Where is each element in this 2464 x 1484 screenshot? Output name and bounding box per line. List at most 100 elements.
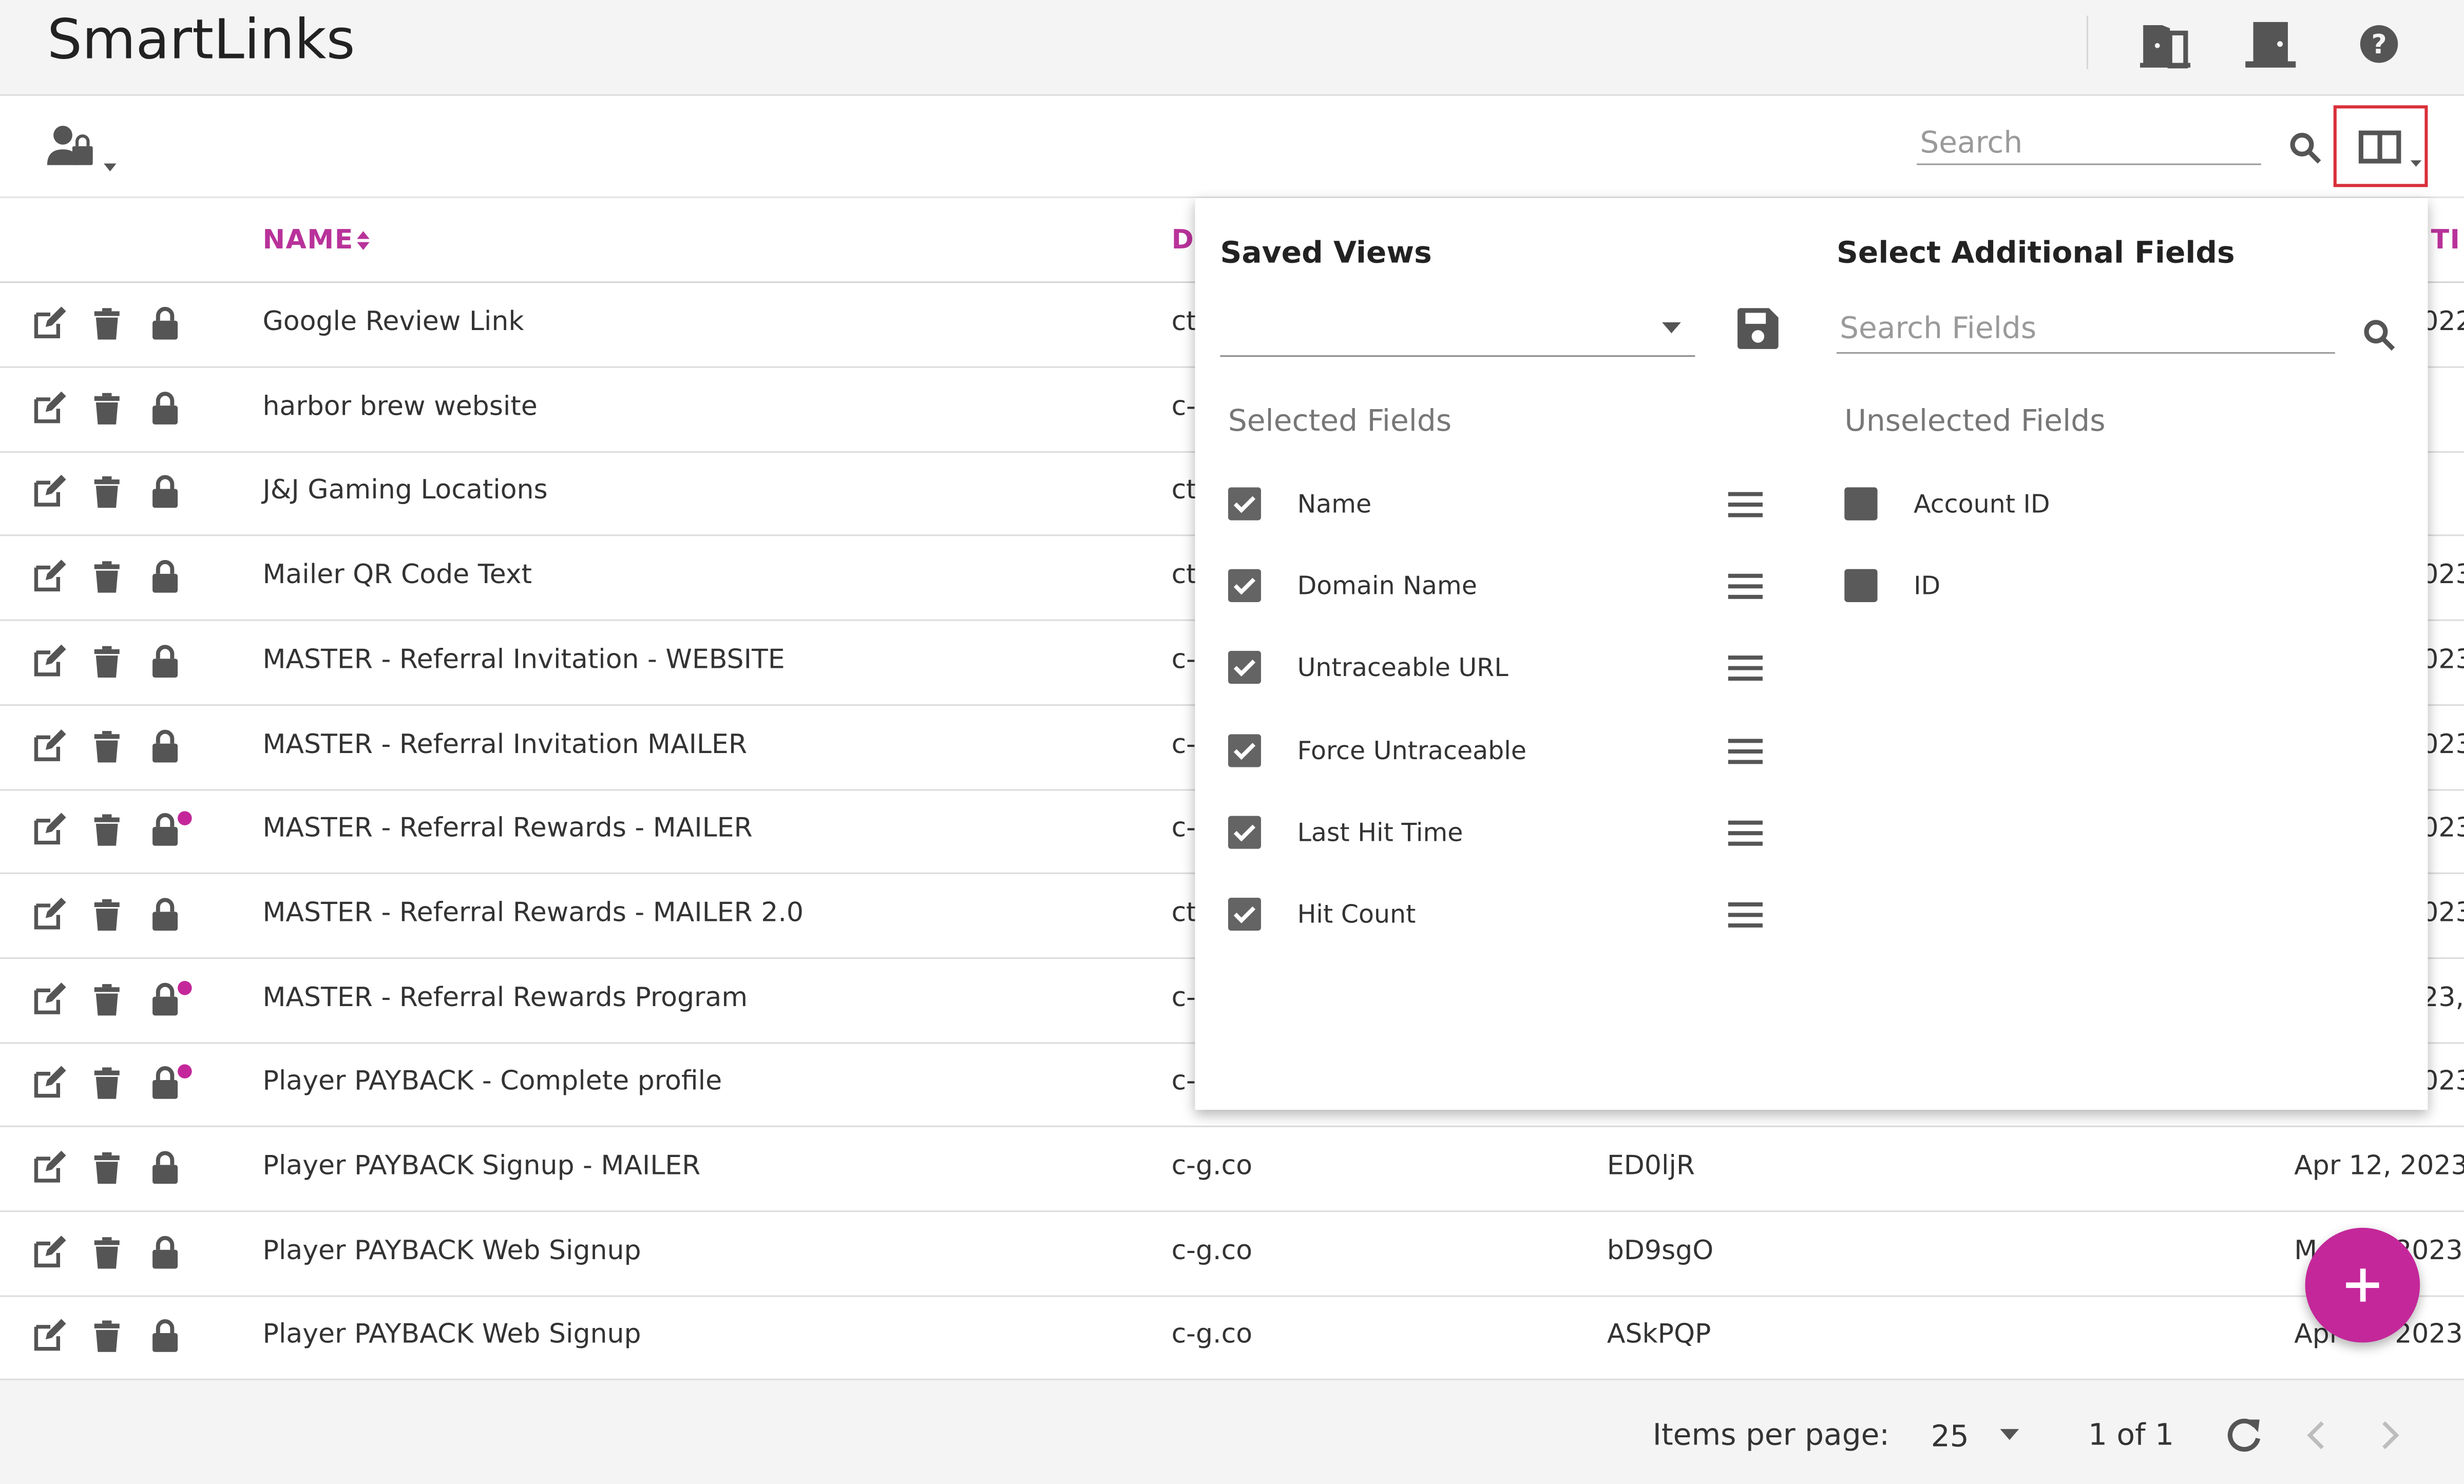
saved-views-select[interactable] (1220, 315, 1695, 357)
edit-icon[interactable] (31, 813, 66, 847)
edit-icon[interactable] (31, 1150, 66, 1185)
chevron-down-icon[interactable] (1998, 1428, 2020, 1442)
row-code: bD9sgO (1607, 1235, 1714, 1267)
drag-handle-icon[interactable] (1728, 819, 1763, 847)
delete-icon[interactable] (90, 813, 124, 847)
row-domain: c- (1171, 813, 1196, 845)
row-name[interactable]: harbor brew website (262, 391, 537, 422)
lock-icon[interactable] (148, 1151, 182, 1185)
drag-handle-icon[interactable] (1728, 737, 1763, 765)
drag-handle-icon[interactable] (1728, 491, 1763, 519)
items-per-page-select[interactable]: 25 (1931, 1419, 1969, 1454)
edit-icon[interactable] (31, 1066, 66, 1101)
search-input[interactable] (1917, 121, 2261, 165)
delete-icon[interactable] (90, 728, 124, 763)
next-page-icon[interactable] (2378, 1419, 2403, 1451)
row-domain: c-g.co (1171, 1150, 1253, 1182)
delete-icon[interactable] (90, 1066, 124, 1101)
row-domain: c-g.co (1171, 1235, 1253, 1267)
edit-icon[interactable] (31, 475, 66, 510)
row-name[interactable]: J&J Gaming Locations (262, 475, 547, 507)
row-domain: c- (1171, 981, 1196, 1014)
delete-icon[interactable] (90, 1151, 124, 1185)
lock-icon[interactable] (148, 1320, 182, 1354)
row-date: 023 (2421, 1066, 2464, 1098)
row-name[interactable]: MASTER - Referral Invitation MAILER (262, 728, 747, 760)
delete-icon[interactable] (90, 1235, 124, 1269)
lock-icon[interactable] (148, 306, 182, 341)
checkbox-checked[interactable] (1228, 651, 1262, 685)
checkbox-checked[interactable] (1228, 733, 1262, 767)
row-name[interactable]: Player PAYBACK Web Signup (262, 1320, 641, 1351)
column-header-domain[interactable]: D (1172, 225, 1195, 256)
checkbox-unchecked[interactable] (1844, 569, 1878, 603)
lock-icon[interactable] (148, 644, 182, 679)
row-name[interactable]: MASTER - Referral Rewards - MAILER 2.0 (262, 897, 804, 929)
row-name[interactable]: Player PAYBACK Web Signup (262, 1235, 641, 1266)
row-name[interactable]: MASTER - Referral Rewards Program (262, 982, 748, 1013)
chevron-down-icon[interactable] (1660, 321, 1683, 335)
row-name[interactable]: Mailer QR Code Text (262, 560, 532, 591)
lock-icon[interactable] (148, 728, 182, 763)
row-code: ASkPQP (1607, 1319, 1711, 1351)
lock-icon[interactable] (148, 475, 182, 510)
refresh-icon[interactable] (2223, 1415, 2264, 1456)
edit-icon[interactable] (31, 560, 66, 594)
delete-icon[interactable] (90, 560, 124, 594)
columns-button[interactable] (2333, 105, 2428, 187)
edit-icon[interactable] (31, 1319, 66, 1354)
search-icon[interactable] (2288, 130, 2322, 165)
drag-handle-icon[interactable] (1728, 572, 1763, 601)
drag-handle-icon[interactable] (1728, 654, 1763, 683)
save-icon[interactable] (1734, 305, 1782, 352)
user-lock-icon[interactable] (44, 123, 126, 179)
search-icon[interactable] (2362, 318, 2396, 352)
edit-icon[interactable] (31, 391, 66, 426)
help-icon[interactable]: ? (2354, 19, 2408, 69)
items-per-page-label: Items per page: (1652, 1418, 1890, 1453)
search-fields-input[interactable] (1837, 305, 2335, 354)
row-domain: c- (1171, 644, 1196, 676)
header-divider (2086, 15, 2088, 69)
delete-icon[interactable] (90, 475, 124, 510)
checkbox-unchecked[interactable] (1844, 487, 1878, 521)
sort-icon[interactable] (355, 229, 371, 252)
delete-icon[interactable] (90, 1320, 124, 1354)
drag-handle-icon[interactable] (1728, 901, 1763, 929)
row-name[interactable]: Player PAYBACK Signup - MAILER (262, 1151, 700, 1182)
edit-icon[interactable] (31, 1235, 66, 1269)
row-name[interactable]: MASTER - Referral Invitation - WEBSITE (262, 644, 785, 676)
exit-door-icon[interactable] (2138, 19, 2192, 69)
lock-icon[interactable] (148, 391, 182, 426)
edit-icon[interactable] (31, 981, 66, 1016)
app-header (0, 0, 2464, 96)
column-header-name[interactable]: NAME (262, 225, 353, 256)
row-name[interactable]: Player PAYBACK - Complete profile (262, 1066, 722, 1097)
delete-icon[interactable] (90, 306, 124, 341)
checkbox-checked[interactable] (1228, 815, 1262, 849)
row-name[interactable]: Google Review Link (262, 306, 524, 338)
row-name[interactable]: MASTER - Referral Rewards - MAILER (262, 813, 752, 844)
checkbox-checked[interactable] (1228, 569, 1262, 603)
door-icon[interactable] (2244, 19, 2297, 69)
edit-icon[interactable] (31, 728, 66, 763)
edit-icon[interactable] (31, 897, 66, 932)
add-link-button[interactable] (2305, 1227, 2420, 1343)
selected-field-label: Force Untraceable (1297, 735, 1527, 765)
delete-icon[interactable] (90, 897, 124, 932)
unselected-field-label: Account ID (1914, 489, 2050, 519)
edit-icon[interactable] (31, 306, 66, 341)
delete-icon[interactable] (90, 391, 124, 426)
column-header-time[interactable]: TI (2431, 225, 2461, 256)
checkbox-checked[interactable] (1228, 897, 1262, 931)
lock-icon[interactable] (148, 897, 182, 932)
lock-icon[interactable] (148, 560, 182, 594)
delete-icon[interactable] (90, 644, 124, 679)
delete-icon[interactable] (90, 982, 124, 1016)
row-domain: ct (1171, 306, 1197, 338)
selected-fields-title: Selected Fields (1228, 404, 1452, 439)
previous-page-icon[interactable] (2304, 1419, 2329, 1451)
checkbox-checked[interactable] (1228, 487, 1262, 521)
edit-icon[interactable] (31, 644, 66, 679)
lock-icon[interactable] (148, 1235, 182, 1269)
